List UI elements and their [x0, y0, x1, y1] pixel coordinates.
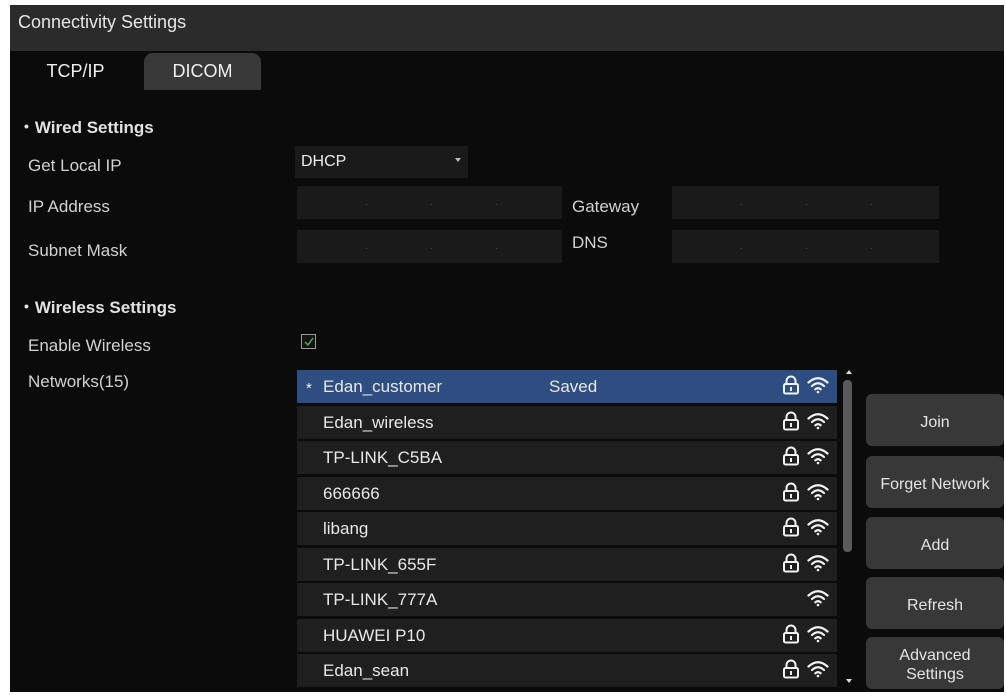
network-ssid: Edan_customer — [323, 377, 443, 396]
network-row[interactable]: * Edan_customer Saved — [297, 370, 837, 403]
network-status: Saved — [549, 377, 598, 396]
lock-icon — [782, 553, 800, 578]
lock-icon — [782, 446, 800, 471]
lock-icon — [782, 624, 800, 649]
gateway-label: Gateway — [572, 197, 640, 216]
network-row[interactable]: libang — [297, 512, 837, 545]
lock-icon — [782, 517, 800, 542]
join-button[interactable]: Join — [866, 394, 1004, 446]
wifi-signal-icon — [807, 625, 829, 648]
forget-network-button[interactable]: Forget Network — [866, 456, 1004, 508]
ip-address-label: IP Address — [28, 197, 110, 216]
scroll-down-arrow-icon[interactable] — [846, 679, 852, 683]
enable-wireless-label: Enable Wireless — [28, 336, 151, 355]
advanced-settings-label-line1: Advanced — [899, 647, 971, 664]
ip-separator: . — [740, 241, 743, 252]
wifi-signal-icon — [807, 660, 829, 683]
title-bar: Connectivity Settings — [10, 5, 1004, 51]
ip-separator: . — [870, 241, 873, 252]
network-row[interactable]: 666666 — [297, 477, 837, 510]
ip-separator: . — [870, 197, 873, 208]
subnet-mask-field[interactable]: . . . — [297, 230, 562, 263]
ip-separator: . — [430, 197, 433, 208]
lock-icon — [782, 659, 800, 684]
network-row[interactable]: TP-LINK_C5BA — [297, 441, 837, 474]
advanced-settings-label-line2: Settings — [906, 666, 964, 683]
refresh-button[interactable]: Refresh — [866, 577, 1004, 629]
network-ssid: libang — [323, 519, 369, 538]
ip-separator: . — [365, 241, 368, 252]
add-button[interactable]: Add — [866, 517, 1004, 569]
network-ssid: Edan_wireless — [323, 413, 434, 432]
network-ssid: HUAWEI P10 — [323, 626, 426, 645]
scroll-up-arrow-icon[interactable] — [846, 370, 852, 374]
dns-label: DNS — [572, 233, 608, 252]
wireless-settings-heading-text: Wireless Settings — [34, 298, 177, 317]
network-ssid: 666666 — [323, 484, 380, 503]
wifi-signal-icon — [807, 518, 829, 541]
lock-icon — [782, 411, 800, 436]
tab-dicom[interactable]: DICOM — [144, 53, 261, 90]
get-local-ip-value: DHCP — [301, 153, 347, 170]
gateway-field[interactable]: . . . — [672, 186, 939, 219]
window-title: Connectivity Settings — [18, 12, 187, 32]
network-ssid: TP-LINK_777A — [323, 590, 438, 609]
network-list[interactable]: * Edan_customer Saved Edan_wireless TP-LINK_… — [297, 365, 847, 690]
ip-separator: . — [495, 197, 498, 208]
network-row[interactable]: TP-LINK_777A — [297, 583, 837, 616]
lock-icon — [782, 375, 800, 400]
get-local-ip-label: Get Local IP — [28, 156, 122, 175]
network-ssid: TP-LINK_C5BA — [323, 448, 443, 467]
wired-settings-heading-text: Wired Settings — [34, 118, 154, 137]
ip-separator: . — [740, 197, 743, 208]
wifi-signal-icon — [807, 412, 829, 435]
wifi-signal-icon — [807, 554, 829, 577]
ip-separator: . — [805, 241, 808, 252]
saved-star-marker: * — [306, 380, 312, 397]
tab-tcp-ip[interactable]: TCP/IP — [17, 53, 134, 90]
ip-separator: . — [430, 241, 433, 252]
wifi-signal-icon — [807, 447, 829, 470]
network-row[interactable]: HUAWEI P10 — [297, 619, 837, 652]
scrollbar-thumb[interactable] — [843, 380, 852, 552]
ip-separator: . — [365, 197, 368, 208]
wifi-signal-icon — [807, 483, 829, 506]
connectivity-settings-window: Connectivity Settings TCP/IP DICOM • Wire… — [10, 5, 1004, 692]
wifi-signal-icon — [807, 589, 829, 612]
caret-down-icon — [455, 158, 461, 162]
ip-separator: . — [805, 197, 808, 208]
ip-address-field[interactable]: . . . — [297, 186, 562, 219]
get-local-ip-select[interactable]: DHCP — [295, 146, 468, 178]
enable-wireless-checkbox[interactable] — [301, 334, 316, 349]
wifi-signal-icon — [807, 376, 829, 399]
ip-separator: . — [495, 241, 498, 252]
network-ssid: Edan_sean — [323, 661, 410, 680]
dns-field[interactable]: . . . — [672, 230, 939, 263]
wired-settings-heading: • Wired Settings — [24, 118, 154, 137]
network-ssid: TP-LINK_655F — [323, 555, 437, 574]
network-row[interactable]: TP-LINK_655F — [297, 548, 837, 581]
network-row[interactable]: Edan_wireless — [297, 406, 837, 439]
wireless-settings-heading: • Wireless Settings — [24, 298, 177, 317]
checkmark-icon — [304, 337, 314, 347]
network-row[interactable]: Edan_sean — [297, 654, 837, 687]
advanced-settings-button[interactable]: Advanced Settings — [866, 637, 1004, 689]
subnet-mask-label: Subnet Mask — [28, 241, 128, 260]
networks-count-label: Networks(15) — [28, 372, 130, 391]
lock-icon — [782, 482, 800, 507]
